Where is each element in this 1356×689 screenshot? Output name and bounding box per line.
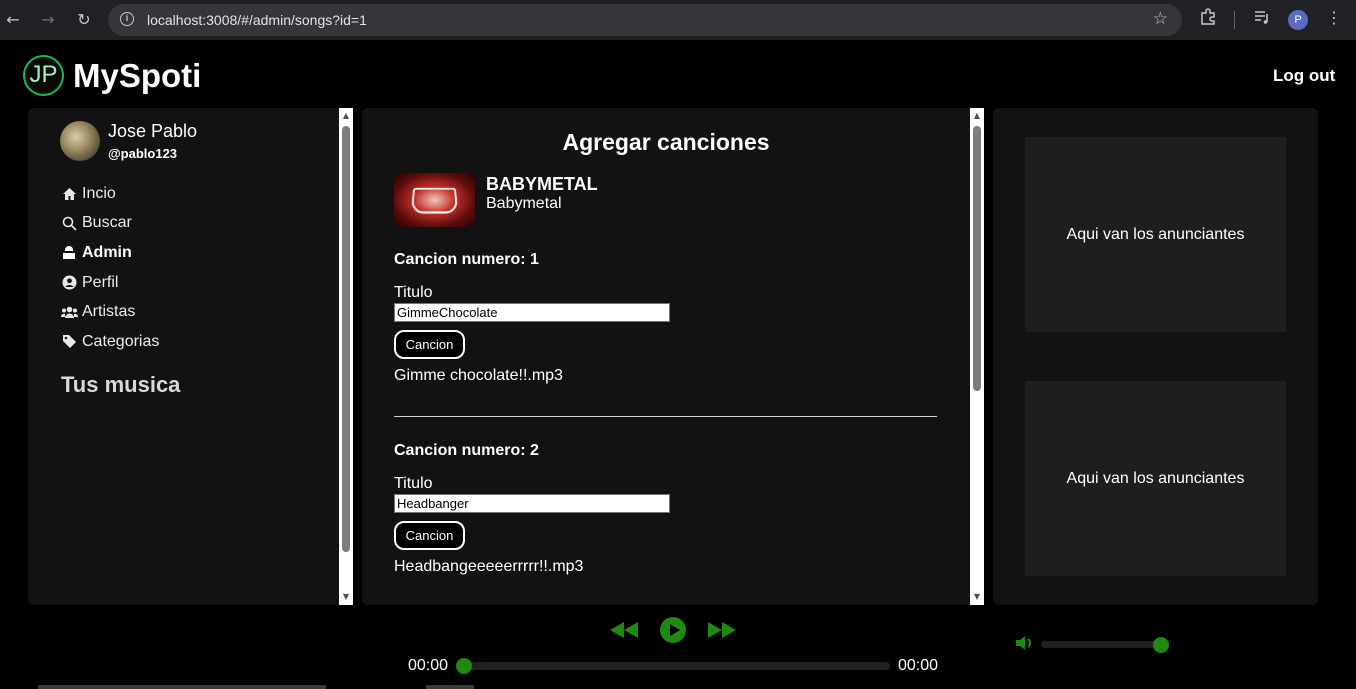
menu-kebab-icon[interactable]: ⋮ xyxy=(1326,8,1342,27)
sidebar-scrollbar[interactable]: ▲ ▼ xyxy=(339,108,353,605)
main-content: Agregar canciones BABYMETAL Babymetal Ca… xyxy=(362,108,970,605)
user-avatar[interactable] xyxy=(60,121,100,161)
sidebar-nav: Incio Buscar Admin Perfil Artistas Categ… xyxy=(60,179,159,357)
sidebar-item-label: Buscar xyxy=(82,214,132,232)
back-icon[interactable]: ← xyxy=(1,8,25,32)
logout-button[interactable]: Log out xyxy=(1273,66,1335,86)
total-time: 00:00 xyxy=(898,657,939,674)
forward-icon[interactable]: → xyxy=(36,8,60,32)
volume-knob[interactable] xyxy=(1153,637,1169,653)
tag-icon xyxy=(60,334,78,350)
user-name: Jose Pablo xyxy=(108,121,198,141)
sidebar-item-inicio[interactable]: Incio xyxy=(60,179,159,209)
site-info-icon[interactable]: i xyxy=(120,12,134,26)
media-queue-icon[interactable] xyxy=(1253,8,1271,30)
home-icon xyxy=(60,186,78,202)
title-input[interactable] xyxy=(394,494,670,513)
profile-avatar[interactable]: P xyxy=(1288,10,1308,30)
bookmark-star-icon[interactable]: ☆ xyxy=(1153,9,1168,29)
extensions-icon[interactable] xyxy=(1199,8,1217,30)
user-circle-icon xyxy=(60,275,78,291)
song-form: Cancion numero: 2 Titulo Cancion Headban… xyxy=(394,442,670,575)
scroll-down-arrow-icon[interactable]: ▼ xyxy=(970,592,984,602)
song-file-name: Headbangeeeeerrrrr!!.mp3 xyxy=(394,558,584,575)
user-handle: @pablo123 xyxy=(108,146,178,161)
horizontal-scrollbar-thumb[interactable] xyxy=(426,685,474,689)
song-heading: Cancion numero: 2 xyxy=(394,442,539,459)
play-icon[interactable] xyxy=(659,616,687,649)
divider xyxy=(394,416,937,417)
sidebar-item-label: Perfil xyxy=(82,273,119,291)
sidebar: Jose Pablo @pablo123 Incio Buscar Admin … xyxy=(28,108,353,605)
sidebar-item-label: Artistas xyxy=(82,303,136,321)
song-form: Cancion numero: 1 Titulo Cancion Gimme c… xyxy=(394,251,670,384)
scroll-up-arrow-icon[interactable]: ▲ xyxy=(339,111,353,121)
progress-knob[interactable] xyxy=(456,658,472,674)
title-input[interactable] xyxy=(394,303,670,322)
song-heading: Cancion numero: 1 xyxy=(394,251,539,268)
scroll-down-arrow-icon[interactable]: ▼ xyxy=(339,592,353,602)
album-cover-crest xyxy=(410,187,459,214)
volume-track[interactable] xyxy=(1041,641,1162,648)
browser-toolbar: ← → ↻ i localhost:3008/#/admin/songs?id=… xyxy=(0,0,1356,40)
current-time: 00:00 xyxy=(408,657,449,674)
address-bar[interactable]: i localhost:3008/#/admin/songs?id=1 ☆ xyxy=(108,4,1182,36)
ad-slot[interactable]: Aqui van los anunciantes xyxy=(1025,137,1286,332)
sidebar-item-label: Incio xyxy=(82,184,116,202)
ad-slot[interactable]: Aqui van los anunciantes xyxy=(1025,381,1286,576)
progress-track[interactable] xyxy=(461,662,890,670)
sidebar-item-perfil[interactable]: Perfil xyxy=(60,268,159,298)
fast-forward-icon[interactable] xyxy=(707,621,737,644)
main-scrollbar[interactable]: ▲ ▼ xyxy=(970,108,984,605)
scrollbar-thumb[interactable] xyxy=(342,126,350,552)
toolbar-separator xyxy=(1234,11,1235,29)
section-title: Tus musica xyxy=(61,372,181,397)
album-artist: Babymetal xyxy=(486,195,562,212)
album-cover xyxy=(394,173,475,227)
rewind-icon[interactable] xyxy=(609,621,639,644)
song-file-button[interactable]: Cancion xyxy=(394,330,465,359)
search-icon xyxy=(60,215,78,231)
sidebar-item-label: Categorias xyxy=(82,332,160,350)
song-file-name: Gimme chocolate!!.mp3 xyxy=(394,367,563,384)
app-logo[interactable]: JP xyxy=(23,55,64,96)
ads-panel: Aqui van los anunciantes Aqui van los an… xyxy=(993,108,1318,605)
admin-icon xyxy=(60,245,78,261)
sidebar-item-admin[interactable]: Admin xyxy=(60,238,159,268)
title-label: Titulo xyxy=(394,284,433,301)
horizontal-scrollbar-thumb[interactable] xyxy=(38,685,326,689)
sidebar-item-categorias[interactable]: Categorias xyxy=(60,327,159,357)
sidebar-item-artistas[interactable]: Artistas xyxy=(60,297,159,327)
users-icon xyxy=(60,304,78,320)
scroll-up-arrow-icon[interactable]: ▲ xyxy=(970,111,984,121)
sidebar-item-label: Admin xyxy=(82,243,132,261)
song-file-button[interactable]: Cancion xyxy=(394,521,465,550)
scrollbar-thumb[interactable] xyxy=(973,126,981,391)
page-title: Agregar canciones xyxy=(562,129,770,155)
album-title: BABYMETAL xyxy=(486,174,598,194)
sidebar-item-buscar[interactable]: Buscar xyxy=(60,209,159,239)
reload-icon[interactable]: ↻ xyxy=(72,8,96,32)
address-url[interactable]: localhost:3008/#/admin/songs?id=1 xyxy=(147,12,367,28)
volume-icon[interactable] xyxy=(1015,634,1037,657)
app-title: MySpoti xyxy=(73,57,202,94)
title-label: Titulo xyxy=(394,475,433,492)
